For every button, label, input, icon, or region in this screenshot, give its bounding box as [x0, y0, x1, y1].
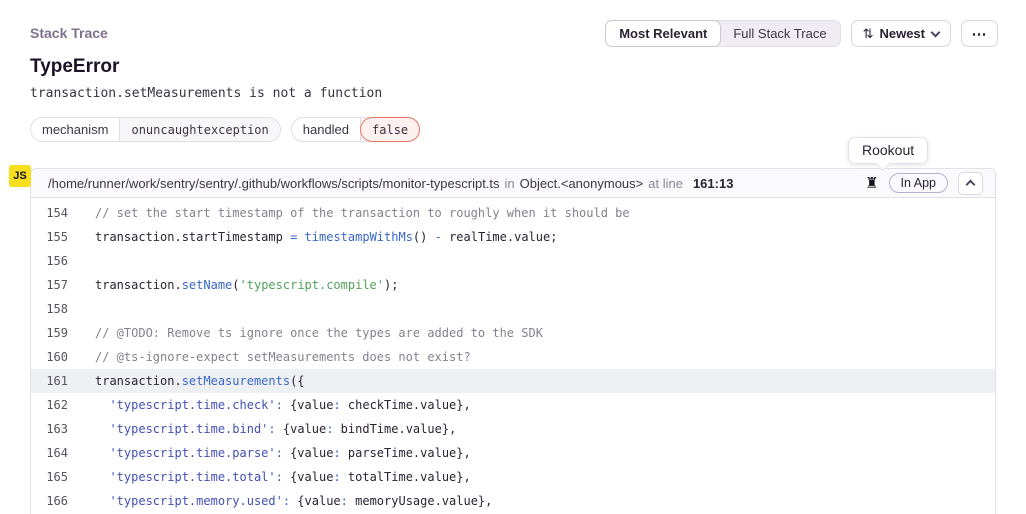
code-line: 156 [31, 249, 995, 273]
code-line: 154 // set the start timestamp of the tra… [31, 201, 995, 225]
tooltip-label: Rookout [862, 142, 914, 158]
line-number: 157 [31, 278, 68, 292]
code-line-highlighted: 161 transaction.setMeasurements({ [31, 369, 995, 393]
code-text: 'typescript.memory.used': {value: memory… [95, 494, 492, 508]
sort-label: Newest [879, 26, 925, 41]
tag-handled[interactable]: handled false [291, 117, 420, 142]
view-toggle-group: Most Relevant Full Stack Trace [605, 20, 840, 47]
tag-mechanism[interactable]: mechanism onuncaughtexception [30, 117, 281, 142]
frame-file-path: /home/runner/work/sentry/sentry/.github/… [48, 176, 500, 191]
code-line: 159 // @TODO: Remove ts ignore once the t… [31, 321, 995, 345]
code-line: 166 'typescript.memory.used': {value: me… [31, 489, 995, 513]
rookout-tooltip: Rookout [848, 137, 928, 164]
chevron-up-icon [966, 180, 976, 190]
section-title: Stack Trace [30, 25, 108, 41]
line-number: 154 [31, 206, 68, 220]
line-number: 163 [31, 422, 68, 436]
line-number: 164 [31, 446, 68, 460]
code-text: transaction.setName('typescript.compile'… [95, 278, 398, 292]
in-app-badge: In App [889, 173, 948, 193]
code-line: 160 // @ts-ignore-expect setMeasurements … [31, 345, 995, 369]
tag-list: mechanism onuncaughtexception handled fa… [30, 117, 420, 142]
error-type-title: TypeError [30, 56, 119, 78]
code-line: 157 transaction.setName('typescript.compi… [31, 273, 995, 297]
code-line: 163 'typescript.time.bind': {value: bind… [31, 417, 995, 441]
code-text: 'typescript.time.parse': {value: parseTi… [95, 446, 471, 460]
code-line: 155 transaction.startTimestamp = timestam… [31, 225, 995, 249]
sort-dropdown[interactable]: ⇅ Newest [851, 20, 951, 47]
ellipsis-icon: ⋯ [972, 25, 988, 43]
frame-header[interactable]: /home/runner/work/sentry/sentry/.github/… [31, 169, 995, 198]
code-text: 'typescript.time.check': {value: checkTi… [95, 398, 471, 412]
code-line: 158 [31, 297, 995, 321]
line-number: 161 [31, 374, 68, 388]
tag-value: onuncaughtexception [120, 118, 279, 141]
javascript-platform-icon: JS [9, 165, 31, 187]
more-options-button[interactable]: ⋯ [961, 20, 998, 47]
code-text: transaction.startTimestamp = timestampWi… [95, 230, 557, 244]
toggle-full-stack-trace[interactable]: Full Stack Trace [720, 21, 839, 46]
code-line: 162 'typescript.time.check': {value: che… [31, 393, 995, 417]
tag-key: handled [292, 118, 361, 141]
line-number: 165 [31, 470, 68, 484]
chevron-down-icon [931, 27, 941, 37]
line-number: 160 [31, 350, 68, 364]
line-number: 166 [31, 494, 68, 508]
tag-value-error: false [360, 117, 420, 142]
error-message: transaction.setMeasurements is not a fun… [30, 86, 382, 101]
sort-arrows-icon: ⇅ [863, 26, 873, 42]
line-number: 156 [31, 254, 68, 268]
frame-function-name: Object.<anonymous> [520, 176, 644, 191]
code-text: transaction.setMeasurements({ [95, 374, 305, 388]
code-text: // set the start timestamp of the transa… [95, 206, 630, 220]
frame-in-word: in [505, 176, 515, 191]
toggle-most-relevant[interactable]: Most Relevant [605, 20, 721, 47]
code-text: // @TODO: Remove ts ignore once the type… [95, 326, 543, 340]
frame-header-actions: ♜ In App [865, 172, 983, 195]
code-text: // @ts-ignore-expect setMeasurements doe… [95, 350, 471, 364]
line-number: 155 [31, 230, 68, 244]
collapse-frame-button[interactable] [958, 172, 983, 195]
frame-line-number: 161:13 [693, 176, 733, 191]
frame-atline-word: at line [648, 176, 683, 191]
code-text: 'typescript.time.total': {value: totalTi… [95, 470, 471, 484]
code-text: 'typescript.time.bind': {value: bindTime… [95, 422, 456, 436]
line-number: 162 [31, 398, 68, 412]
code-line: 164 'typescript.time.parse': {value: par… [31, 441, 995, 465]
rookout-icon[interactable]: ♜ [865, 176, 878, 191]
source-code-context: 154 // set the start timestamp of the tra… [31, 198, 995, 513]
code-line: 165 'typescript.time.total': {value: tot… [31, 465, 995, 489]
line-number: 158 [31, 302, 68, 316]
tag-key: mechanism [31, 118, 120, 141]
stack-frame: JS /home/runner/work/sentry/sentry/.gith… [30, 168, 996, 514]
stacktrace-controls: Most Relevant Full Stack Trace ⇅ Newest … [605, 20, 998, 47]
line-number: 159 [31, 326, 68, 340]
